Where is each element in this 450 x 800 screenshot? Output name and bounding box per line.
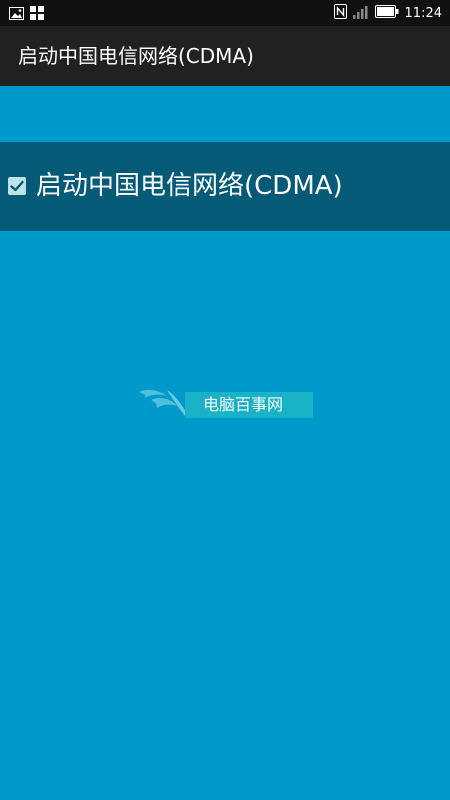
watermark-text: 电脑百事网 <box>203 395 284 414</box>
page-title: 启动中国电信网络(CDMA) <box>18 44 254 68</box>
cdma-option-row[interactable]: 启动中国电信网络(CDMA) <box>0 142 450 231</box>
title-bar: 启动中国电信网络(CDMA) <box>0 26 450 86</box>
apps-grid-icon <box>30 5 44 24</box>
status-left-icons <box>9 5 44 24</box>
content-area: 启动中国电信网络(CDMA) 电脑百事网 <box>0 86 450 800</box>
clock: 11:24 <box>404 6 442 21</box>
status-right-icons: 11:24 <box>333 4 442 24</box>
cdma-checkbox[interactable] <box>8 177 26 195</box>
watermark: 电脑百事网 <box>137 386 315 418</box>
cdma-option-label: 启动中国电信网络(CDMA) <box>36 171 343 201</box>
status-bar: 11:24 <box>0 0 450 26</box>
signal-icon <box>352 5 369 24</box>
nfc-icon <box>333 4 347 24</box>
image-icon <box>9 5 24 24</box>
check-icon <box>10 180 24 192</box>
battery-icon <box>374 5 399 23</box>
